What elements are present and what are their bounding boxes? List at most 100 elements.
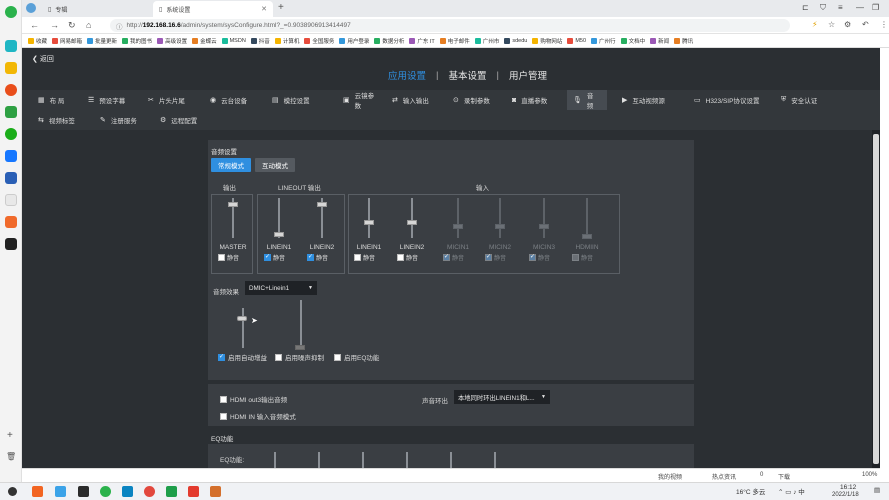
lightning-icon[interactable]: ⚡ — [812, 20, 818, 29]
fader-knob[interactable] — [364, 220, 374, 225]
bookmark-item[interactable]: 广州行 — [591, 37, 616, 45]
menu-item-shield[interactable]: ⛨ 安全认证 — [775, 90, 825, 110]
eq-checkbox[interactable] — [334, 353, 341, 361]
fader-knob[interactable] — [539, 224, 549, 229]
taskbar-app-icon[interactable] — [122, 486, 133, 497]
bookmark-item[interactable]: sdedu — [504, 37, 527, 44]
bookmark-item[interactable]: 我的图书 — [122, 37, 152, 45]
scrollbar-thumb[interactable] — [873, 134, 879, 464]
menu-item-photo[interactable]: ▣ 云镜参数 — [337, 90, 381, 110]
mute-checkbox[interactable] — [572, 254, 579, 261]
noise-suppress-checkbox[interactable] — [275, 353, 282, 361]
bookmark-item[interactable]: 高级设置 — [157, 37, 187, 45]
menu-item-tools[interactable]: ✂ 片头片尾 — [142, 90, 198, 110]
fader-knob[interactable] — [407, 220, 417, 225]
mode-interactive-button[interactable]: 互动模式 — [255, 158, 295, 172]
back-link[interactable]: ❮ 返回 — [32, 54, 54, 64]
fader-knob[interactable] — [274, 232, 284, 237]
mute-checkbox[interactable] — [218, 254, 225, 261]
bookmark-item[interactable]: MSDN — [221, 37, 246, 44]
mute-option[interactable]: 静音 — [397, 253, 418, 262]
mute-checkbox[interactable] — [485, 253, 492, 261]
taskbar-app-icon[interactable] — [144, 486, 155, 497]
bookmark-item[interactable]: 腾讯 — [674, 37, 693, 45]
browser-logo-icon[interactable] — [5, 6, 17, 18]
mute-checkbox[interactable] — [354, 254, 361, 261]
home-icon[interactable]: ⌂ — [86, 20, 91, 30]
fader-knob[interactable] — [582, 234, 592, 239]
hdmi-out-checkbox[interactable] — [220, 395, 227, 403]
nav-app-settings[interactable]: 应用设置 — [388, 68, 426, 82]
menu-item-record[interactable]: ⊙ 录制参数 — [447, 90, 501, 110]
menu-item-video-label[interactable]: ⇆ 视频标签 — [32, 110, 81, 130]
bookmark-item[interactable]: 购物网站 — [532, 37, 562, 45]
taskbar-app-icon[interactable] — [32, 486, 43, 497]
mute-option[interactable]: 静音 — [443, 253, 464, 262]
eq-fader-track[interactable] — [362, 452, 364, 468]
back-arrow-icon[interactable]: ← — [30, 20, 39, 30]
sidebar-app-icon[interactable] — [5, 216, 17, 228]
browser-menu-icon[interactable] — [26, 3, 36, 13]
url-input[interactable]: ⓘ http:// 192.168.16.6 /admin/system/sys… — [110, 19, 790, 32]
close-icon[interactable]: ✕ — [261, 5, 267, 13]
status-my-video[interactable]: 我的视频 — [658, 472, 682, 481]
audio-effect-select[interactable]: DMIC+Linein1 ▼ — [245, 281, 317, 295]
taskbar-app-icon[interactable] — [55, 486, 66, 497]
scrollbar[interactable] — [872, 130, 880, 468]
taskbar-app-icon[interactable] — [166, 486, 177, 497]
tray-icons[interactable]: ⌃ ▭ ♪ 中 — [778, 486, 805, 496]
noise-fader-knob[interactable] — [295, 345, 305, 350]
minimize-icon[interactable]: — — [856, 3, 864, 12]
sidebar-app-icon[interactable] — [5, 128, 17, 140]
fader-knob[interactable] — [228, 202, 238, 207]
sidebar-app-icon[interactable] — [5, 238, 17, 250]
shirt-icon[interactable]: ⛉ — [820, 3, 826, 13]
bookmark-item[interactable]: M50 — [567, 37, 586, 44]
status-hot-news[interactable]: 热点资讯 — [712, 472, 736, 481]
bookmark-item[interactable]: 收藏 — [28, 37, 47, 45]
taskbar-app-icon[interactable] — [210, 486, 221, 497]
bookmark-item[interactable]: 批量更新 — [87, 37, 117, 45]
mute-option[interactable]: 静音 — [264, 253, 285, 262]
menu-item-mic[interactable]: 🎙 音 频 — [567, 90, 607, 110]
auto-gain-checkbox[interactable] — [218, 353, 225, 361]
eq-fader-track[interactable] — [494, 452, 496, 468]
status-zoom[interactable]: 100% — [862, 472, 877, 478]
mute-option[interactable]: 静音 — [354, 253, 375, 262]
sidebar-app-icon[interactable] — [5, 150, 17, 162]
bookmark-item[interactable]: 计算机 — [274, 37, 299, 45]
mute-checkbox[interactable] — [443, 253, 450, 261]
option-auto-gain[interactable]: 启用自动增益 — [218, 352, 267, 362]
bookmark-item[interactable]: 广东 IT — [409, 37, 435, 45]
menu-item-protocol[interactable]: ▭ H323/SIP协议设置 — [688, 90, 768, 110]
menu-item-remote[interactable]: ⚙ 远程配置 — [154, 110, 203, 130]
sidebar-app-icon[interactable] — [5, 62, 17, 74]
nav-user-management[interactable]: 用户管理 — [509, 68, 547, 82]
mute-checkbox[interactable] — [307, 253, 314, 261]
fader-knob[interactable] — [453, 224, 463, 229]
mute-option[interactable]: 静音 — [529, 253, 550, 262]
start-icon[interactable] — [8, 487, 17, 496]
sound-out-select[interactable]: 本地同时环出LINEIN1和L... ▼ — [454, 390, 550, 404]
menu-item-stream[interactable]: ◙ 直播参数 — [506, 90, 560, 110]
taskbar-app-icon[interactable] — [100, 486, 111, 497]
mute-checkbox[interactable] — [264, 253, 271, 261]
mute-checkbox[interactable] — [529, 253, 536, 261]
sidebar-app-icon[interactable] — [5, 40, 17, 52]
tab-list-icon[interactable]: ⊏ — [802, 3, 809, 12]
new-tab-button[interactable]: + — [278, 2, 284, 13]
bookmark-item[interactable]: 广州市 — [474, 37, 499, 45]
add-icon[interactable]: + — [7, 430, 13, 441]
menu-item-register[interactable]: ✎ 注册服务 — [94, 110, 143, 130]
undo-icon[interactable]: ↶ — [862, 20, 869, 29]
menu-item-swap[interactable]: ⇄ 输入输出 — [386, 90, 442, 110]
status-download[interactable]: 下载 — [778, 472, 790, 481]
hdmi-in-option[interactable]: HDMI IN 输入音频模式 — [220, 411, 296, 421]
reload-icon[interactable]: ↻ — [68, 20, 76, 31]
notification-icon[interactable]: ▤ — [874, 486, 880, 494]
menu-item-grid[interactable]: ▦ 布 局 — [32, 90, 76, 110]
mute-option[interactable]: 静音 — [485, 253, 506, 262]
sidebar-app-icon[interactable] — [5, 194, 17, 206]
bookmark-item[interactable]: 全国服务 — [304, 37, 334, 45]
forward-arrow-icon[interactable]: → — [50, 20, 59, 30]
